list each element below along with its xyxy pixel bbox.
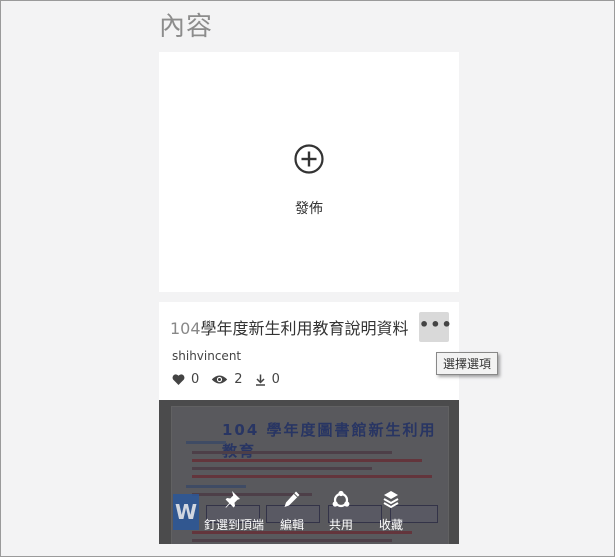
publish-card[interactable]: 發佈	[159, 52, 459, 292]
document-title[interactable]: 104學年度新生利用教育說明資料	[170, 315, 420, 339]
pencil-icon	[284, 491, 300, 507]
share-label: 共用	[328, 518, 353, 532]
word-file-icon: W	[173, 494, 199, 530]
more-options-tooltip: 選擇選項	[436, 352, 499, 375]
heart-icon	[172, 373, 185, 385]
likes-count: 0	[191, 372, 200, 387]
edit-label: 編輯	[279, 518, 304, 532]
views-stat: 2	[211, 372, 243, 387]
views-count: 2	[234, 372, 243, 387]
document-title-text: 學年度新生利用教育說明資料	[200, 319, 409, 338]
document-card[interactable]: 104學年度新生利用教育說明資料 ••• shihvincent 0 2 0 1…	[159, 302, 459, 544]
stack-icon	[383, 491, 399, 509]
share-icon	[332, 490, 350, 508]
add-circle-icon	[293, 143, 325, 179]
page-title: 內容	[159, 12, 214, 42]
downloads-stat[interactable]: 0	[255, 372, 280, 387]
action-bar: 釘選到頂端 編輯 共用 收藏	[199, 488, 459, 544]
author-name[interactable]: shihvincent	[172, 349, 241, 363]
collect-label: 收藏	[378, 518, 403, 532]
likes-stat[interactable]: 0	[172, 372, 199, 387]
document-thumbnail[interactable]: 104 學年度圖書館新生利用教育 W 釘選到頂端	[159, 400, 459, 544]
download-icon	[255, 374, 265, 386]
pin-icon	[225, 491, 240, 508]
document-stats: 0 2 0	[172, 372, 280, 387]
collect-button[interactable]: 收藏	[356, 488, 426, 533]
more-options-button[interactable]: •••	[419, 312, 452, 342]
pin-to-top-label: 釘選到頂端	[203, 518, 264, 532]
document-title-year: 104	[170, 319, 201, 338]
downloads-count: 0	[271, 372, 280, 387]
eye-icon	[212, 375, 228, 384]
publish-label: 發佈	[295, 201, 323, 217]
